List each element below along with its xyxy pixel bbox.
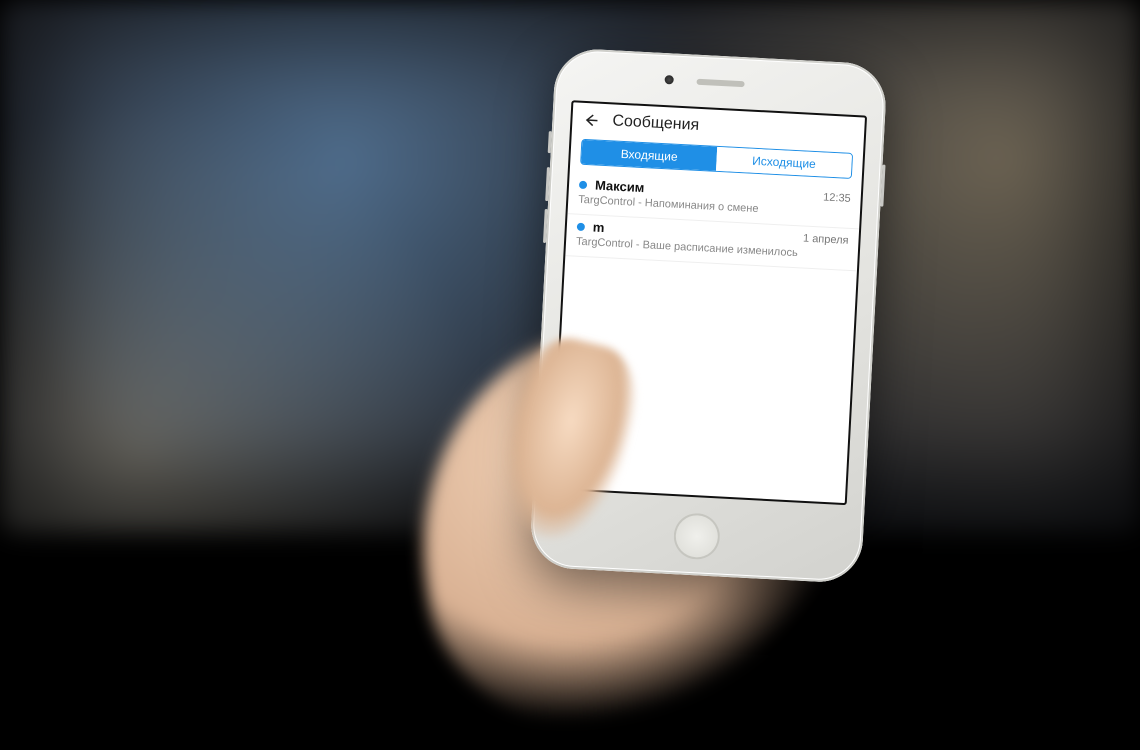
phone-mute-switch [548, 131, 552, 153]
phone-home-button[interactable] [673, 512, 721, 560]
page-title: Сообщения [612, 112, 700, 135]
message-time: 1 апреля [803, 232, 849, 246]
tab-incoming[interactable]: Входящие [581, 140, 717, 171]
message-time: 12:35 [823, 191, 851, 204]
phone-front-camera [664, 75, 673, 84]
phone-speaker [696, 79, 744, 88]
phone-volume-down [543, 209, 548, 243]
unread-dot-icon [577, 222, 585, 230]
back-icon[interactable] [582, 111, 601, 130]
tab-outgoing[interactable]: Исходящие [716, 147, 852, 178]
unread-dot-icon [579, 180, 587, 188]
phone-volume-up [545, 167, 550, 201]
